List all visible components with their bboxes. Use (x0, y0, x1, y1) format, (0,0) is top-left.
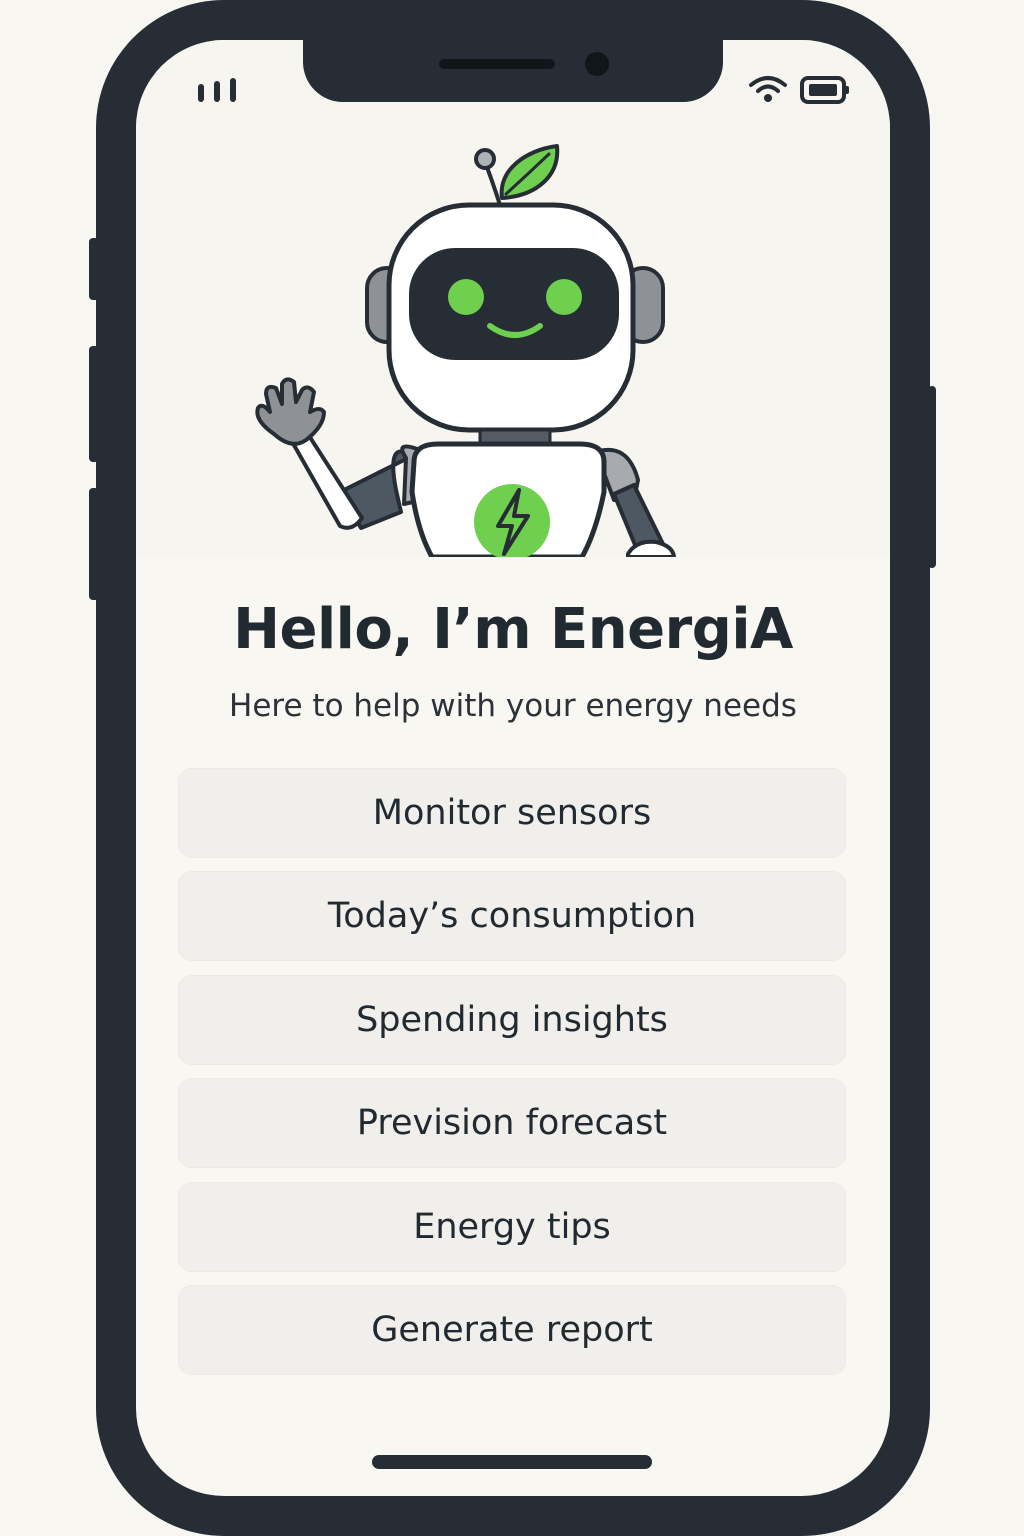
signal-bars-icon (198, 78, 236, 102)
page-subtitle: Here to help with your energy needs (229, 688, 797, 724)
earpiece-speaker (439, 59, 555, 69)
monitor-sensors-button[interactable]: Monitor sensors (178, 768, 846, 858)
page-title: Hello, I’m EnergiA (233, 597, 793, 662)
action-menu: Monitor sensors Today’s consumption Spen… (178, 768, 846, 1388)
robot-mascot (255, 144, 677, 557)
spending-insights-button[interactable]: Spending insights (178, 974, 846, 1065)
phone-screen: Hello, I’m EnergiA Here to help with you… (136, 40, 890, 1496)
home-indicator[interactable] (372, 1455, 652, 1469)
leaf-icon (499, 144, 560, 200)
front-camera (585, 52, 609, 76)
hero-area (136, 40, 890, 557)
battery-icon (800, 76, 849, 104)
energy-tips-button[interactable]: Energy tips (178, 1181, 846, 1272)
lightning-bolt-icon (474, 484, 550, 557)
generate-report-button[interactable]: Generate report (178, 1284, 846, 1375)
volume-up-button (89, 346, 99, 462)
notch (303, 40, 723, 102)
todays-consumption-button[interactable]: Today’s consumption (178, 871, 846, 962)
prevision-forecast-button[interactable]: Prevision forecast (178, 1078, 846, 1169)
mute-switch (89, 238, 99, 300)
power-button (928, 386, 936, 568)
volume-down-button (89, 488, 99, 600)
wifi-icon (749, 76, 787, 102)
